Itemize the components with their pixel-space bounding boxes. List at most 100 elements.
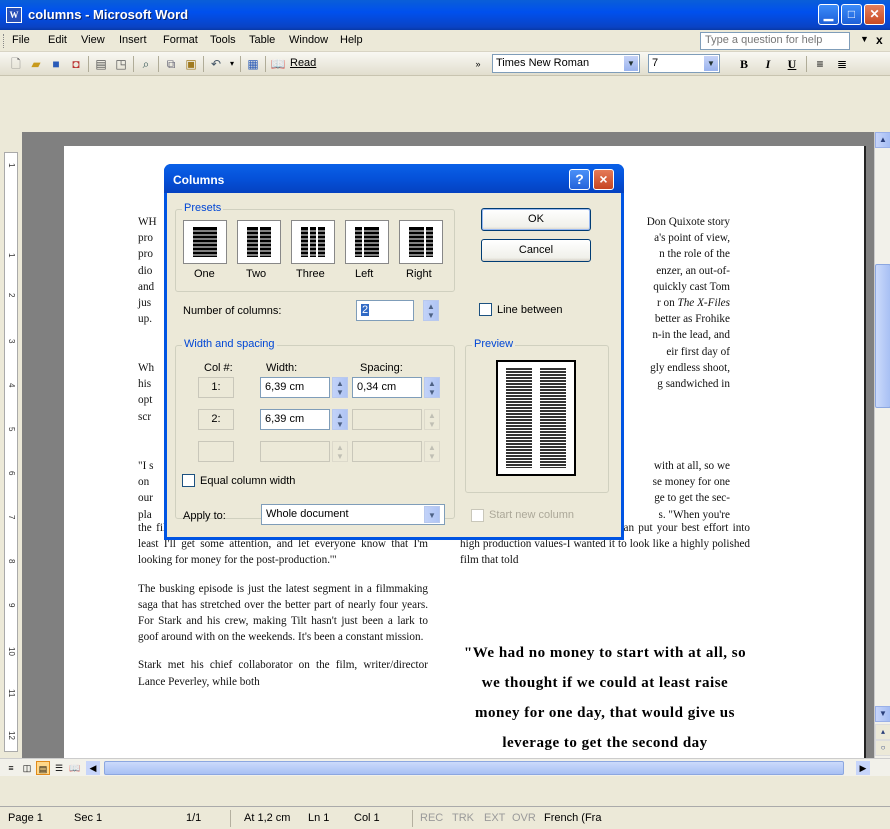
ok-button[interactable]: OK (481, 208, 591, 231)
menu-edit[interactable]: Edit (48, 34, 67, 46)
status-ovr[interactable]: OVR (512, 812, 536, 824)
previous-page-button[interactable]: ▴ (875, 724, 890, 740)
new-document-icon[interactable]: 🗋 (8, 56, 24, 72)
font-size-select[interactable]: 7 ▼ (648, 54, 720, 73)
menu-view[interactable]: View (81, 34, 105, 46)
chevron-down-icon[interactable]: ▼ (704, 56, 718, 71)
bold-button[interactable]: B (736, 56, 752, 72)
reading-layout-icon[interactable]: 📖 (68, 761, 82, 775)
menu-tools[interactable]: Tools (210, 34, 236, 46)
title-bar[interactable]: W columns - Microsoft Word ▁ □ ✕ (0, 0, 890, 30)
undo-icon[interactable]: ↶ (208, 56, 224, 72)
save-icon[interactable]: ■ (48, 56, 64, 72)
text-line: pro (138, 248, 153, 261)
copy-icon[interactable]: ⧉ (163, 56, 179, 72)
menu-file[interactable]: File (12, 34, 30, 46)
col-3-spacing-input (352, 441, 422, 462)
preset-right[interactable] (399, 220, 443, 264)
align-left-icon[interactable]: ≡ (812, 56, 828, 72)
insert-table-icon[interactable]: ▦ (245, 56, 261, 72)
menu-insert[interactable]: Insert (119, 34, 147, 46)
menu-format[interactable]: Format (163, 34, 198, 46)
print-icon[interactable]: ▤ (93, 56, 109, 72)
menu-help[interactable]: Help (340, 34, 363, 46)
right-col-fragments-2: with at all, so we se money for one ge t… (620, 458, 730, 523)
col-1-width-spinner[interactable]: ▲ ▼ (332, 377, 348, 398)
chevron-down-icon[interactable]: ▼ (424, 506, 440, 523)
preset-three-label[interactable]: Three (296, 268, 325, 280)
scroll-up-button[interactable]: ▲ (875, 132, 890, 148)
close-window-button[interactable]: ✕ (864, 4, 885, 25)
read-icon[interactable]: 📖 (270, 56, 286, 72)
preset-left[interactable] (345, 220, 389, 264)
select-browse-object-button[interactable]: ○ (875, 740, 890, 756)
undo-dropdown-icon[interactable]: ▾ (224, 56, 240, 72)
read-button-label[interactable]: Read (290, 57, 316, 69)
outline-view-icon[interactable]: ☰ (52, 761, 66, 775)
horizontal-scrollbar[interactable]: ≡ ◫ ▤ ☰ 📖 ◀ ▶ (0, 758, 890, 776)
presets-label: Presets (182, 202, 224, 214)
toolbar-options-icon[interactable]: » (470, 56, 486, 72)
help-search-input[interactable]: Type a question for help (700, 32, 850, 50)
menu-window[interactable]: Window (289, 34, 328, 46)
align-center-icon[interactable]: ≣ (834, 56, 850, 72)
number-of-columns-spinner[interactable]: ▲ ▼ (423, 300, 439, 321)
word-app-icon[interactable]: W (6, 7, 22, 23)
help-dropdown-icon[interactable]: ▼ (860, 34, 869, 44)
underline-button[interactable]: U (784, 56, 800, 72)
menu-table[interactable]: Table (249, 34, 275, 46)
preset-left-label[interactable]: Left (355, 268, 373, 280)
preset-one-label[interactable]: One (194, 268, 215, 280)
close-icon: ✕ (869, 7, 880, 21)
status-language[interactable]: French (Fra (544, 812, 601, 824)
minimize-button[interactable]: ▁ (818, 4, 839, 25)
equal-column-width-checkbox[interactable] (182, 474, 195, 487)
number-of-columns-input[interactable]: 2 (356, 300, 414, 321)
paste-icon[interactable]: ▣ (183, 56, 199, 72)
preset-two-label[interactable]: Two (246, 268, 266, 280)
italic-button[interactable]: I (760, 56, 776, 72)
vertical-ruler[interactable]: 1 1 2 3 4 5 6 7 8 9 10 11 12 (0, 132, 22, 758)
status-ext[interactable]: EXT (484, 812, 505, 824)
open-folder-icon[interactable]: ▰ (28, 56, 44, 72)
preset-two[interactable] (237, 220, 281, 264)
scroll-right-button[interactable]: ▶ (856, 761, 870, 775)
preset-one-icon (193, 227, 217, 257)
dialog-close-button[interactable]: × (593, 169, 614, 190)
scroll-thumb[interactable] (875, 264, 890, 408)
status-trk[interactable]: TRK (452, 812, 474, 824)
text-line: "I s (138, 460, 154, 472)
scroll-down-button[interactable]: ▼ (875, 706, 890, 722)
preset-one[interactable] (183, 220, 227, 264)
cancel-button[interactable]: Cancel (481, 239, 591, 262)
equal-column-width-label[interactable]: Equal column width (200, 475, 295, 487)
col-2-width-spinner[interactable]: ▲ ▼ (332, 409, 348, 430)
maximize-button[interactable]: □ (841, 4, 862, 25)
research-icon[interactable]: ⌕ (138, 56, 154, 72)
normal-view-icon[interactable]: ≡ (4, 761, 18, 775)
col-number-3 (198, 441, 234, 462)
close-document-button[interactable]: x (876, 33, 883, 47)
chevron-down-icon[interactable]: ▼ (624, 56, 638, 71)
col-1-spacing-spinner[interactable]: ▲ ▼ (424, 377, 440, 398)
web-layout-icon[interactable]: ◫ (20, 761, 34, 775)
preset-right-label[interactable]: Right (406, 268, 432, 280)
col-2-width-input[interactable]: 6,39 cm (260, 409, 330, 430)
print-preview-icon[interactable]: ◳ (113, 56, 129, 72)
vertical-scrollbar[interactable]: ▲ ▼ ▴ ○ (874, 132, 890, 758)
dialog-title-bar[interactable]: Columns ? × (164, 164, 624, 193)
apply-to-select[interactable]: Whole document (261, 504, 445, 525)
dialog-help-button[interactable]: ? (569, 169, 590, 190)
dialog-body: Presets One Two Three Left Right OK Canc… (167, 193, 621, 537)
preset-three[interactable] (291, 220, 335, 264)
line-between-label[interactable]: Line between (497, 304, 562, 316)
line-between-checkbox[interactable] (479, 303, 492, 316)
col-1-spacing-input[interactable]: 0,34 cm (352, 377, 422, 398)
permission-icon[interactable]: ◘ (68, 56, 84, 72)
status-rec[interactable]: REC (420, 812, 443, 824)
scroll-left-button[interactable]: ◀ (86, 761, 100, 775)
col-1-width-input[interactable]: 6,39 cm (260, 377, 330, 398)
print-layout-icon[interactable]: ▤ (36, 761, 50, 775)
hscroll-thumb[interactable] (104, 761, 844, 775)
font-name-select[interactable]: Times New Roman ▼ (492, 54, 640, 73)
